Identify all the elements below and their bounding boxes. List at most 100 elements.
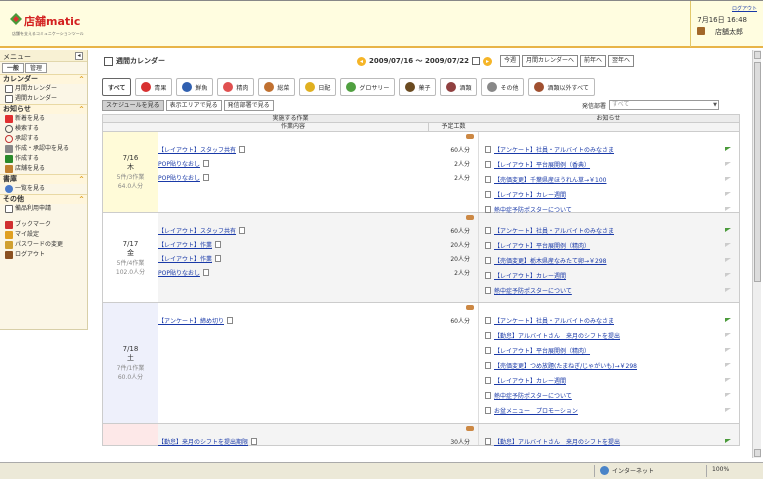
notice-link[interactable]: 【売価変更】つめ放題(たまねぎ/じゃがいも)→￥298 <box>494 361 637 370</box>
day-date-cell[interactable]: 7/16 木 5件/3作業 64.0人分 <box>103 132 158 212</box>
collapse-icon[interactable]: ^ <box>79 175 84 184</box>
flag-icon[interactable] <box>725 377 731 384</box>
memo-icon[interactable] <box>202 159 209 167</box>
flag-icon[interactable] <box>725 206 731 213</box>
sidebar-item-my-settings[interactable]: マイ設定 <box>0 230 87 240</box>
sidebar-item-search[interactable]: 検索する <box>0 124 87 134</box>
memo-icon[interactable] <box>215 240 222 248</box>
flag-icon[interactable] <box>725 438 731 445</box>
sidebar-item-approve[interactable]: 承認する <box>0 134 87 144</box>
notice-link[interactable]: 熱中症予防ポスターについて <box>494 286 572 295</box>
memo-icon[interactable] <box>251 437 258 445</box>
vertical-scrollbar[interactable] <box>752 50 761 458</box>
task-link[interactable]: POP貼りなおし <box>158 159 200 168</box>
sidebar-item-new[interactable]: 新着を見る <box>0 114 87 124</box>
tab-admin[interactable]: 管理 <box>25 63 48 73</box>
monthly-calendar-button[interactable]: 月間カレンダーへ <box>522 55 579 67</box>
flag-icon[interactable] <box>725 392 731 399</box>
day-date-cell[interactable] <box>103 424 158 445</box>
category-tab[interactable]: すべて <box>102 78 132 96</box>
day-date-cell[interactable]: 7/17 金 5件/4作業 102.0人分 <box>103 213 158 302</box>
flag-icon[interactable] <box>725 347 731 354</box>
tab-general[interactable]: 一般 <box>2 63 25 73</box>
add-task-icon[interactable] <box>466 426 474 431</box>
next-year-button[interactable]: 翌年へ <box>608 55 635 67</box>
sidebar-item-weekly-calendar[interactable]: 週間カレンダー <box>0 94 87 104</box>
task-link[interactable]: 【レイアウト】スタッフ共有 <box>158 145 236 154</box>
category-tab[interactable]: 菓子 <box>399 78 437 96</box>
this-week-button[interactable]: 今週 <box>500 55 521 67</box>
flag-icon[interactable] <box>725 176 731 183</box>
sidebar-item-bookmark[interactable]: ブックマーク <box>0 220 87 230</box>
sidebar-item-monthly-calendar[interactable]: 月間カレンダー <box>0 84 87 94</box>
collapse-icon[interactable]: ^ <box>79 105 84 114</box>
flag-icon[interactable] <box>725 362 731 369</box>
category-tab[interactable]: 精肉 <box>217 78 255 96</box>
scroll-down-button[interactable] <box>754 449 761 457</box>
flag-icon[interactable] <box>725 287 731 294</box>
notice-link[interactable]: 【アンケート】社員・アルバイトのみなさま <box>494 145 614 154</box>
tab-area[interactable]: 表示エリアで見る <box>165 100 222 111</box>
category-tab[interactable]: 総菜 <box>258 78 296 96</box>
collapse-sidebar-button[interactable]: ◂ <box>75 52 83 60</box>
category-tab[interactable]: 日配 <box>299 78 337 96</box>
notice-link[interactable]: 【レイアウト】平台展開例（精肉） <box>494 241 590 250</box>
logout-link[interactable]: ログアウト <box>732 5 757 12</box>
task-link[interactable]: POP貼りなおし <box>158 268 200 277</box>
collapse-icon[interactable]: ^ <box>79 75 84 84</box>
flag-icon[interactable] <box>725 161 731 168</box>
flag-icon[interactable] <box>725 407 731 414</box>
memo-icon[interactable] <box>227 316 234 324</box>
memo-icon[interactable] <box>202 173 209 181</box>
sidebar-item-password[interactable]: パスワードの変更 <box>0 240 87 250</box>
notice-link[interactable]: 【レイアウト】平台展開例（精肉） <box>494 346 590 355</box>
category-tab[interactable]: 青果 <box>135 78 173 96</box>
task-link[interactable]: 【レイアウト】作業 <box>158 254 212 263</box>
task-link[interactable]: POP貼りなおし <box>158 173 200 182</box>
category-tab[interactable]: グロサリー <box>340 78 396 96</box>
task-link[interactable]: 【アンケート】締め切り <box>158 316 224 325</box>
tab-department[interactable]: 発信部署で見る <box>223 100 274 111</box>
notice-link[interactable]: 熱中症予防ポスターについて <box>494 391 572 400</box>
category-tab[interactable]: 酒類以外すべて <box>528 78 595 96</box>
sidebar-item-logout[interactable]: ログアウト <box>0 250 87 260</box>
task-link[interactable]: 【レイアウト】スタッフ共有 <box>158 226 236 235</box>
add-task-icon[interactable] <box>466 215 474 220</box>
notice-link[interactable]: 【売価変更】千葉県産ほうれん草→￥100 <box>494 175 606 184</box>
sidebar-item-pending[interactable]: 作成・承認中を見る <box>0 144 87 154</box>
department-select[interactable]: すべて <box>609 100 720 110</box>
sidebar-item-create[interactable]: 作成する <box>0 154 87 164</box>
task-link[interactable]: 【勤怠】来月のシフトを提出期限 <box>158 437 248 446</box>
flag-icon[interactable] <box>725 272 731 279</box>
scroll-up-button[interactable] <box>754 51 761 59</box>
next-week-button[interactable]: ▸ <box>483 56 493 66</box>
task-link[interactable]: 【レイアウト】作業 <box>158 240 212 249</box>
collapse-icon[interactable]: ^ <box>79 195 84 204</box>
notice-link[interactable]: 【レイアウト】平台展開例（香典） <box>494 160 590 169</box>
flag-icon[interactable] <box>725 191 731 198</box>
category-tab[interactable]: その他 <box>481 78 525 96</box>
flag-icon[interactable] <box>725 146 731 153</box>
notice-link[interactable]: お盆メニュー プロモーション <box>494 406 578 415</box>
flag-icon[interactable] <box>725 332 731 339</box>
flag-icon[interactable] <box>725 257 731 264</box>
prev-year-button[interactable]: 前年へ <box>580 55 607 67</box>
day-date-cell[interactable]: 7/18 土 7件/1作業 60.0人分 <box>103 303 158 423</box>
memo-icon[interactable] <box>239 145 246 153</box>
calendar-picker-icon[interactable] <box>472 57 481 65</box>
notice-link[interactable]: 【売価変更】栃木県産なみたて卵→￥298 <box>494 256 606 265</box>
add-task-icon[interactable] <box>466 134 474 139</box>
add-task-icon[interactable] <box>466 305 474 310</box>
notice-link[interactable]: 【レイアウト】カレー週間 <box>494 271 566 280</box>
category-tab[interactable]: 酒類 <box>440 78 478 96</box>
notice-link[interactable]: 【レイアウト】カレー週間 <box>494 376 566 385</box>
tab-schedule[interactable]: スケジュールを見る <box>102 100 164 111</box>
sidebar-item-equipment[interactable]: 備品利用申請 <box>0 204 87 214</box>
section-notices[interactable]: お知らせ ^ <box>0 104 87 114</box>
notice-link[interactable]: 【レイアウト】カレー週間 <box>494 190 566 199</box>
sidebar-item-library-list[interactable]: 一覧を見る <box>0 184 87 194</box>
zoom-level[interactable]: 100% <box>712 466 729 473</box>
flag-icon[interactable] <box>725 317 731 324</box>
memo-icon[interactable] <box>202 268 209 276</box>
notice-link[interactable]: 【勤怠】アルバイトさん 来月のシフトを提出 <box>494 331 620 340</box>
